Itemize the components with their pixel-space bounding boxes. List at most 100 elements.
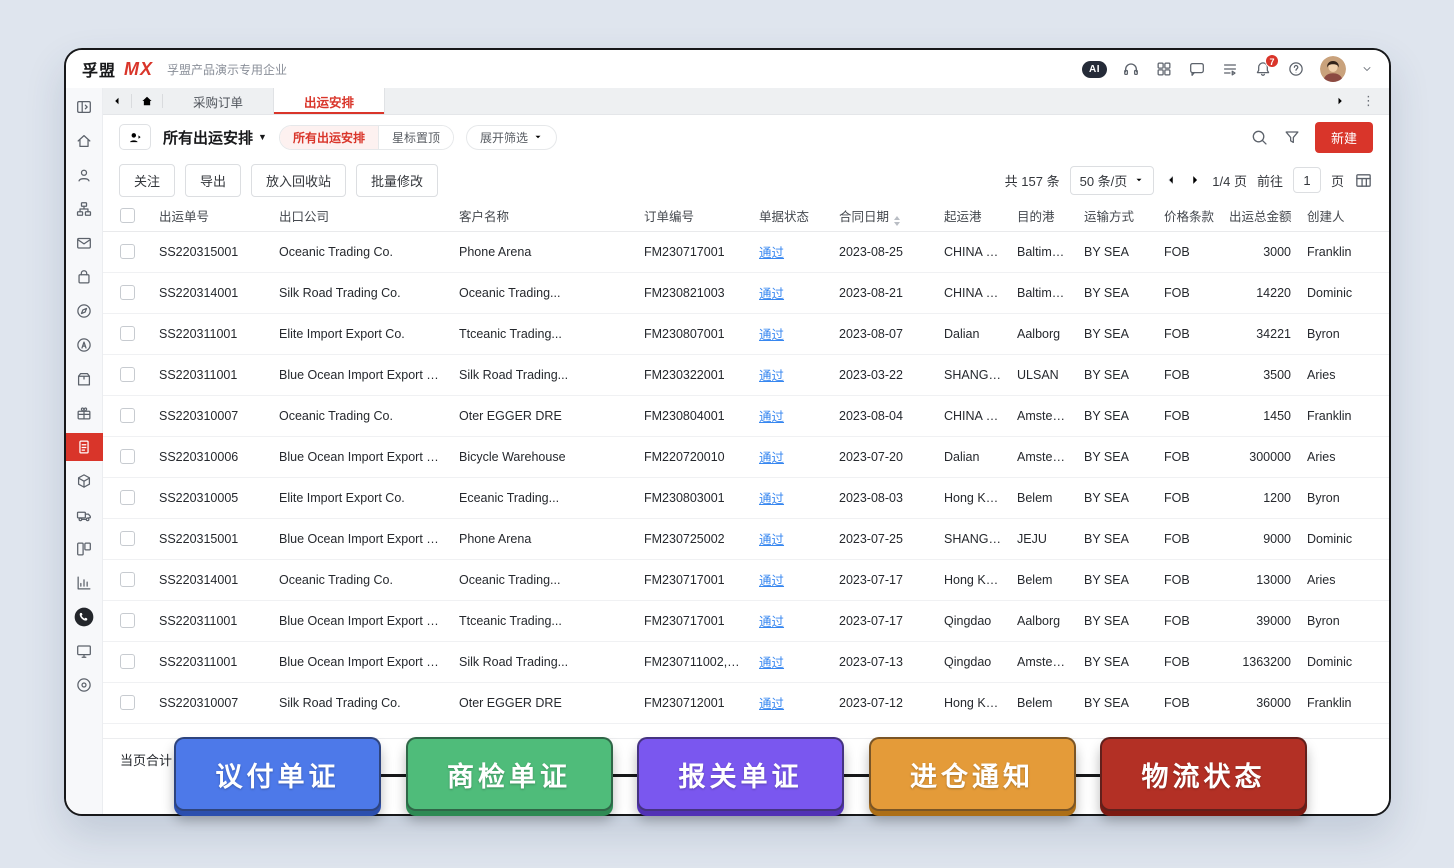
headset-support-icon[interactable] [1122,60,1140,78]
sidebar-collapse-icon[interactable] [70,93,98,121]
kanban-icon[interactable] [70,535,98,563]
column-header-9[interactable]: 运输方式 [1076,201,1156,231]
table-row[interactable]: SS220315001 Blue Ocean Import Export Co.… [103,518,1389,559]
table-row[interactable]: SS220315001 Oceanic Trading Co. Phone Ar… [103,231,1389,272]
apps-grid-icon[interactable] [1155,60,1173,78]
target-icon[interactable] [70,671,98,699]
analytics-chart-icon[interactable] [70,569,98,597]
row-checkbox[interactable] [120,695,135,710]
column-header-10[interactable]: 价格条款 [1156,201,1221,231]
tab-menu-kebab-icon[interactable]: ⋮ [1358,93,1379,109]
view-selector[interactable]: 所有出运安排 ▼ [163,127,267,148]
org-structure-icon[interactable] [70,195,98,223]
status-link[interactable]: 通过 [759,287,784,301]
home-icon[interactable] [70,127,98,155]
chevron-down-icon[interactable] [1361,63,1373,75]
column-settings-icon[interactable] [1354,171,1373,190]
status-link[interactable]: 通过 [759,492,784,506]
status-link[interactable]: 通过 [759,615,784,629]
new-button[interactable]: 新建 [1315,122,1373,153]
row-checkbox[interactable] [120,531,135,546]
expand-filters-pill[interactable]: 展开筛选 [466,125,557,150]
select-all-checkbox[interactable] [120,208,135,223]
follow-button[interactable]: 关注 [119,164,175,197]
batch-edit-button[interactable]: 批量修改 [356,164,438,197]
inventory-cube-icon[interactable] [70,467,98,495]
table-row[interactable]: SS220311001 Blue Ocean Import Export Co.… [103,641,1389,682]
workflow-button[interactable]: 商检单证 [406,737,613,811]
table-row[interactable]: SS220310006 Blue Ocean Import Export Co.… [103,436,1389,477]
ai-assistant-button[interactable]: AI [1082,61,1107,78]
column-header-6[interactable]: 合同日期 [831,201,936,231]
task-list-icon[interactable] [1221,60,1239,78]
table-row[interactable]: SS220310007 Silk Road Trading Co. Oter E… [103,682,1389,723]
table-row[interactable]: SS220311001 Blue Ocean Import Export Co.… [103,600,1389,641]
column-header-5[interactable]: 单据状态 [751,201,831,231]
devices-monitor-icon[interactable] [70,637,98,665]
table-row[interactable]: SS220310005 Elite Import Export Co. Ecea… [103,477,1389,518]
notifications-bell-icon[interactable]: 7 [1254,60,1272,78]
compass-icon[interactable] [70,297,98,325]
search-icon[interactable] [1250,128,1269,147]
logistics-truck-icon[interactable] [70,501,98,529]
mail-icon[interactable] [70,229,98,257]
tab-forward-chevron-icon[interactable] [1326,95,1354,107]
row-checkbox[interactable] [120,613,135,628]
status-link[interactable]: 通过 [759,410,784,424]
status-link[interactable]: 通过 [759,451,784,465]
tab-shipment-arrangement[interactable]: 出运安排 [274,88,385,114]
tab-purchase-orders[interactable]: 采购订单 [163,88,274,114]
table-row[interactable]: SS220314001 Oceanic Trading Co. Oceanic … [103,559,1389,600]
table-row[interactable]: SS220311001 Blue Ocean Import Export Co.… [103,354,1389,395]
status-link[interactable]: 通过 [759,697,784,711]
row-checkbox[interactable] [120,367,135,382]
workflow-button[interactable]: 议付单证 [174,737,381,811]
user-avatar[interactable] [1320,56,1346,82]
status-link[interactable]: 通过 [759,328,784,342]
chat-icon[interactable] [1188,60,1206,78]
workflow-button[interactable]: 报关单证 [637,737,844,811]
contacts-icon[interactable] [70,161,98,189]
row-checkbox[interactable] [120,572,135,587]
goto-page-input[interactable] [1293,167,1321,193]
prev-page-button[interactable] [1164,173,1178,187]
tab-back-chevron-icon[interactable] [103,88,131,114]
orders-bag-icon[interactable] [70,263,98,291]
next-page-button[interactable] [1188,173,1202,187]
status-link[interactable]: 通过 [759,369,784,383]
product-box-icon[interactable] [70,365,98,393]
table-row[interactable]: SS220314001 Silk Road Trading Co. Oceani… [103,272,1389,313]
table-row[interactable]: SS220311001 Elite Import Export Co. Ttce… [103,313,1389,354]
help-icon[interactable] [1287,60,1305,78]
row-checkbox[interactable] [120,244,135,259]
status-link[interactable]: 通过 [759,574,784,588]
row-checkbox[interactable] [120,449,135,464]
table-row[interactable]: SS220310007 Oceanic Trading Co. Oter EGG… [103,395,1389,436]
gift-icon[interactable] [70,399,98,427]
sidebar-item-shipping-docs[interactable] [66,433,103,461]
column-header-7[interactable]: 起运港 [936,201,1009,231]
segment-starred-pinned[interactable]: 星标置顶 [378,126,453,149]
row-checkbox[interactable] [120,326,135,341]
sort-icon[interactable] [894,216,900,226]
status-link[interactable]: 通过 [759,656,784,670]
column-header-4[interactable]: 订单编号 [636,201,751,231]
assignee-filter-button[interactable] [119,124,151,150]
row-checkbox[interactable] [120,408,135,423]
whatsapp-icon[interactable] [70,603,98,631]
export-button[interactable]: 导出 [185,164,241,197]
status-link[interactable]: 通过 [759,533,784,547]
status-link[interactable]: 通过 [759,246,784,260]
column-header-1[interactable]: 出运单号 [151,201,271,231]
tab-home-icon[interactable] [132,88,162,114]
recycle-bin-button[interactable]: 放入回收站 [251,164,346,197]
column-header-3[interactable]: 客户名称 [451,201,636,231]
row-checkbox[interactable] [120,654,135,669]
column-header-2[interactable]: 出口公司 [271,201,451,231]
column-header-11[interactable]: 出运总金额 [1221,201,1299,231]
filter-funnel-icon[interactable] [1283,128,1301,146]
column-header-8[interactable]: 目的港 [1009,201,1076,231]
row-checkbox[interactable] [120,285,135,300]
workflow-button[interactable]: 物流状态 [1100,737,1307,811]
brand-a-icon[interactable] [70,331,98,359]
